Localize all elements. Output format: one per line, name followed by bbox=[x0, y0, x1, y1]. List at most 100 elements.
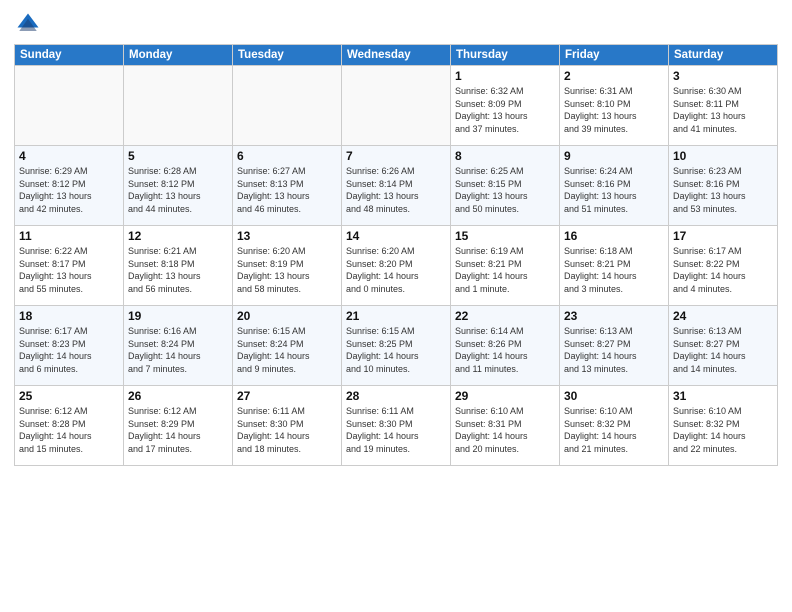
calendar-cell bbox=[124, 66, 233, 146]
day-number: 16 bbox=[564, 229, 664, 243]
calendar-cell: 3Sunrise: 6:30 AM Sunset: 8:11 PM Daylig… bbox=[669, 66, 778, 146]
calendar-cell: 21 Sunrise: 6:15 AM Sunset: 8:25 PM Dayli… bbox=[342, 306, 451, 386]
day-header-sunday: Sunday bbox=[15, 45, 124, 66]
day-info: Sunrise: 6:10 AM Sunset: 8:31 PM Dayligh… bbox=[455, 405, 555, 455]
day-info: Sunrise: 6:31 AM Sunset: 8:10 PM Dayligh… bbox=[564, 85, 664, 135]
day-number: 15 bbox=[455, 229, 555, 243]
day-number: 11 bbox=[19, 229, 119, 243]
calendar-header-row: SundayMondayTuesdayWednesdayThursdayFrid… bbox=[15, 45, 778, 66]
day-number: 26 bbox=[128, 389, 228, 403]
day-info: Sunrise: 6:11 AM Sunset: 8:30 PM Dayligh… bbox=[237, 405, 337, 455]
day-number: 8 bbox=[455, 149, 555, 163]
day-header-wednesday: Wednesday bbox=[342, 45, 451, 66]
logo-icon bbox=[14, 10, 42, 38]
calendar-cell: 22Sunrise: 6:14 AM Sunset: 8:26 PM Dayli… bbox=[451, 306, 560, 386]
day-info: Sunrise: 6:30 AM Sunset: 8:11 PM Dayligh… bbox=[673, 85, 773, 135]
day-info: Sunrise: 6:12 AM Sunset: 8:28 PM Dayligh… bbox=[19, 405, 119, 455]
day-info: Sunrise: 6:15 AM Sunset: 8:24 PM Dayligh… bbox=[237, 325, 337, 375]
calendar-cell: 12 Sunrise: 6:21 AM Sunset: 8:18 PM Dayli… bbox=[124, 226, 233, 306]
calendar: SundayMondayTuesdayWednesdayThursdayFrid… bbox=[14, 44, 778, 466]
calendar-cell: 9 Sunrise: 6:24 AM Sunset: 8:16 PM Daylig… bbox=[560, 146, 669, 226]
day-number: 1 bbox=[455, 69, 555, 83]
day-info: Sunrise: 6:32 AM Sunset: 8:09 PM Dayligh… bbox=[455, 85, 555, 135]
day-header-tuesday: Tuesday bbox=[233, 45, 342, 66]
day-number: 21 bbox=[346, 309, 446, 323]
day-info: Sunrise: 6:21 AM Sunset: 8:18 PM Dayligh… bbox=[128, 245, 228, 295]
calendar-week-2: 4 Sunrise: 6:29 AM Sunset: 8:12 PM Daylig… bbox=[15, 146, 778, 226]
day-number: 6 bbox=[237, 149, 337, 163]
day-info: Sunrise: 6:28 AM Sunset: 8:12 PM Dayligh… bbox=[128, 165, 228, 215]
calendar-week-1: 1 Sunrise: 6:32 AM Sunset: 8:09 PM Daylig… bbox=[15, 66, 778, 146]
day-info: Sunrise: 6:16 AM Sunset: 8:24 PM Dayligh… bbox=[128, 325, 228, 375]
calendar-cell: 16 Sunrise: 6:18 AM Sunset: 8:21 PM Dayli… bbox=[560, 226, 669, 306]
calendar-cell bbox=[342, 66, 451, 146]
calendar-cell: 28 Sunrise: 6:11 AM Sunset: 8:30 PM Dayli… bbox=[342, 386, 451, 466]
calendar-cell: 24Sunrise: 6:13 AM Sunset: 8:27 PM Dayli… bbox=[669, 306, 778, 386]
day-info: Sunrise: 6:11 AM Sunset: 8:30 PM Dayligh… bbox=[346, 405, 446, 455]
calendar-cell: 2 Sunrise: 6:31 AM Sunset: 8:10 PM Daylig… bbox=[560, 66, 669, 146]
logo bbox=[14, 10, 46, 38]
calendar-cell bbox=[15, 66, 124, 146]
calendar-cell: 30 Sunrise: 6:10 AM Sunset: 8:32 PM Dayli… bbox=[560, 386, 669, 466]
day-info: Sunrise: 6:18 AM Sunset: 8:21 PM Dayligh… bbox=[564, 245, 664, 295]
calendar-cell: 29Sunrise: 6:10 AM Sunset: 8:31 PM Dayli… bbox=[451, 386, 560, 466]
day-header-saturday: Saturday bbox=[669, 45, 778, 66]
day-number: 12 bbox=[128, 229, 228, 243]
day-info: Sunrise: 6:13 AM Sunset: 8:27 PM Dayligh… bbox=[673, 325, 773, 375]
calendar-cell: 20 Sunrise: 6:15 AM Sunset: 8:24 PM Dayli… bbox=[233, 306, 342, 386]
calendar-cell: 8 Sunrise: 6:25 AM Sunset: 8:15 PM Daylig… bbox=[451, 146, 560, 226]
day-info: Sunrise: 6:10 AM Sunset: 8:32 PM Dayligh… bbox=[673, 405, 773, 455]
day-header-friday: Friday bbox=[560, 45, 669, 66]
day-number: 5 bbox=[128, 149, 228, 163]
calendar-cell: 25 Sunrise: 6:12 AM Sunset: 8:28 PM Dayli… bbox=[15, 386, 124, 466]
calendar-cell: 14 Sunrise: 6:20 AM Sunset: 8:20 PM Dayli… bbox=[342, 226, 451, 306]
day-number: 2 bbox=[564, 69, 664, 83]
day-number: 10 bbox=[673, 149, 773, 163]
calendar-week-4: 18Sunrise: 6:17 AM Sunset: 8:23 PM Dayli… bbox=[15, 306, 778, 386]
day-number: 17 bbox=[673, 229, 773, 243]
calendar-cell: 17 Sunrise: 6:17 AM Sunset: 8:22 PM Dayli… bbox=[669, 226, 778, 306]
day-number: 23 bbox=[564, 309, 664, 323]
calendar-cell: 18Sunrise: 6:17 AM Sunset: 8:23 PM Dayli… bbox=[15, 306, 124, 386]
day-info: Sunrise: 6:17 AM Sunset: 8:22 PM Dayligh… bbox=[673, 245, 773, 295]
calendar-cell: 4 Sunrise: 6:29 AM Sunset: 8:12 PM Daylig… bbox=[15, 146, 124, 226]
day-info: Sunrise: 6:13 AM Sunset: 8:27 PM Dayligh… bbox=[564, 325, 664, 375]
day-number: 14 bbox=[346, 229, 446, 243]
day-number: 28 bbox=[346, 389, 446, 403]
calendar-cell: 15 Sunrise: 6:19 AM Sunset: 8:21 PM Dayli… bbox=[451, 226, 560, 306]
calendar-cell: 6 Sunrise: 6:27 AM Sunset: 8:13 PM Daylig… bbox=[233, 146, 342, 226]
day-info: Sunrise: 6:19 AM Sunset: 8:21 PM Dayligh… bbox=[455, 245, 555, 295]
calendar-week-5: 25 Sunrise: 6:12 AM Sunset: 8:28 PM Dayli… bbox=[15, 386, 778, 466]
day-info: Sunrise: 6:29 AM Sunset: 8:12 PM Dayligh… bbox=[19, 165, 119, 215]
calendar-cell: 13Sunrise: 6:20 AM Sunset: 8:19 PM Dayli… bbox=[233, 226, 342, 306]
day-number: 20 bbox=[237, 309, 337, 323]
day-info: Sunrise: 6:15 AM Sunset: 8:25 PM Dayligh… bbox=[346, 325, 446, 375]
calendar-week-3: 11 Sunrise: 6:22 AM Sunset: 8:17 PM Dayli… bbox=[15, 226, 778, 306]
day-number: 25 bbox=[19, 389, 119, 403]
calendar-cell bbox=[233, 66, 342, 146]
day-info: Sunrise: 6:20 AM Sunset: 8:19 PM Dayligh… bbox=[237, 245, 337, 295]
page: SundayMondayTuesdayWednesdayThursdayFrid… bbox=[0, 0, 792, 612]
day-number: 31 bbox=[673, 389, 773, 403]
calendar-cell: 26 Sunrise: 6:12 AM Sunset: 8:29 PM Dayli… bbox=[124, 386, 233, 466]
day-header-thursday: Thursday bbox=[451, 45, 560, 66]
day-info: Sunrise: 6:10 AM Sunset: 8:32 PM Dayligh… bbox=[564, 405, 664, 455]
calendar-cell: 23 Sunrise: 6:13 AM Sunset: 8:27 PM Dayli… bbox=[560, 306, 669, 386]
day-number: 7 bbox=[346, 149, 446, 163]
day-info: Sunrise: 6:24 AM Sunset: 8:16 PM Dayligh… bbox=[564, 165, 664, 215]
day-number: 27 bbox=[237, 389, 337, 403]
calendar-cell: 11 Sunrise: 6:22 AM Sunset: 8:17 PM Dayli… bbox=[15, 226, 124, 306]
day-info: Sunrise: 6:22 AM Sunset: 8:17 PM Dayligh… bbox=[19, 245, 119, 295]
day-number: 9 bbox=[564, 149, 664, 163]
day-number: 19 bbox=[128, 309, 228, 323]
day-info: Sunrise: 6:27 AM Sunset: 8:13 PM Dayligh… bbox=[237, 165, 337, 215]
day-number: 30 bbox=[564, 389, 664, 403]
calendar-cell: 1 Sunrise: 6:32 AM Sunset: 8:09 PM Daylig… bbox=[451, 66, 560, 146]
day-info: Sunrise: 6:12 AM Sunset: 8:29 PM Dayligh… bbox=[128, 405, 228, 455]
day-info: Sunrise: 6:25 AM Sunset: 8:15 PM Dayligh… bbox=[455, 165, 555, 215]
header bbox=[14, 10, 778, 38]
day-number: 4 bbox=[19, 149, 119, 163]
day-info: Sunrise: 6:20 AM Sunset: 8:20 PM Dayligh… bbox=[346, 245, 446, 295]
calendar-cell: 27 Sunrise: 6:11 AM Sunset: 8:30 PM Dayli… bbox=[233, 386, 342, 466]
day-info: Sunrise: 6:17 AM Sunset: 8:23 PM Dayligh… bbox=[19, 325, 119, 375]
